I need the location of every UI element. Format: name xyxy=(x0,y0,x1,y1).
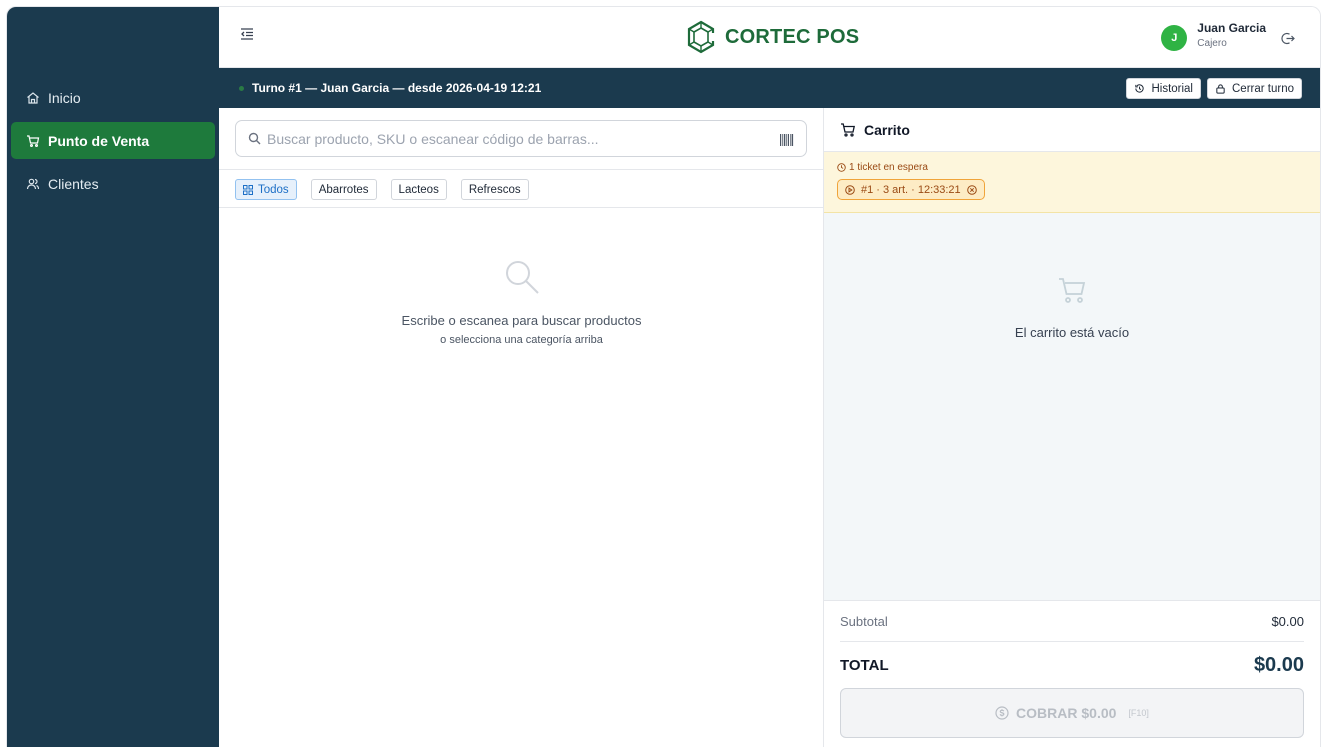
sidebar: Inicio Punto de Venta Clientes xyxy=(7,7,219,747)
subtotal-value: $0.00 xyxy=(1271,613,1304,629)
barcode-scan-icon[interactable] xyxy=(780,133,794,151)
user-info: Juan Garcia Cajero xyxy=(1197,21,1266,49)
collapse-menu-icon[interactable] xyxy=(239,26,257,44)
user-menu[interactable]: J Juan Garcia Cajero xyxy=(1161,19,1296,51)
logout-icon[interactable] xyxy=(1280,31,1296,47)
search-box xyxy=(235,120,807,157)
history-button[interactable]: Historial xyxy=(1126,78,1201,99)
subtotal-label: Subtotal xyxy=(840,613,888,629)
sidebar-nav: Inicio Punto de Venta Clientes xyxy=(11,79,215,208)
sidebar-item-inicio[interactable]: Inicio xyxy=(11,79,215,116)
cart-empty-state: El carrito está vacío xyxy=(824,274,1320,340)
cart-header: Carrito xyxy=(824,108,1320,152)
brand-logo: CORTEC POS xyxy=(683,20,859,54)
cart-icon xyxy=(26,134,40,148)
category-chip-abarrotes[interactable]: Abarrotes xyxy=(310,179,377,200)
history-label: Historial xyxy=(1151,82,1193,95)
empty-message: Escribe o escanea para buscar productos xyxy=(401,313,642,328)
users-icon xyxy=(26,177,40,191)
product-panel: Todos Abarrotes Lacteos Refrescos Escrib… xyxy=(219,108,824,747)
home-icon xyxy=(26,91,40,105)
charge-label: COBRAR $0.00 xyxy=(1016,705,1117,721)
cart-panel: Carrito 1 ticket en espera #1 · 3 art. ·… xyxy=(824,108,1320,747)
close-shift-button[interactable]: Cerrar turno xyxy=(1207,78,1302,99)
cart-empty-message: El carrito está vacío xyxy=(1014,325,1130,340)
divider xyxy=(219,207,823,208)
shift-status-dot xyxy=(239,85,244,91)
sidebar-item-label: Inicio xyxy=(48,89,81,106)
avatar: J xyxy=(1161,25,1188,51)
cart-totals: Subtotal $0.00 TOTAL $0.00 COBRAR $0.00 … xyxy=(824,600,1320,747)
category-chip-lacteos[interactable]: Lacteos xyxy=(390,179,447,200)
total-label: TOTAL xyxy=(840,656,889,674)
grid-icon xyxy=(243,184,253,195)
total-row: TOTAL $0.00 xyxy=(840,642,1304,688)
close-icon[interactable] xyxy=(966,184,977,195)
dollar-icon xyxy=(995,706,1009,720)
search-input[interactable] xyxy=(267,130,767,147)
empty-hint: o selecciona una categoría arriba xyxy=(440,334,603,346)
shift-info: Turno #1 — Juan Garcia — desde 2026-04-1… xyxy=(252,81,542,95)
user-name: Juan Garcia xyxy=(1197,21,1266,35)
held-tickets-label: 1 ticket en espera xyxy=(837,162,1320,173)
search-large-icon xyxy=(505,261,539,294)
charge-button[interactable]: COBRAR $0.00 [F10] xyxy=(840,688,1304,738)
category-chip-refrescos[interactable]: Refrescos xyxy=(460,179,529,200)
category-label: Refrescos xyxy=(468,183,521,196)
category-chip-todos[interactable]: Todos xyxy=(235,179,297,200)
cart-title: Carrito xyxy=(864,121,910,138)
category-label: Abarrotes xyxy=(318,183,369,196)
search-icon xyxy=(248,132,261,145)
category-label: Lacteos xyxy=(398,183,439,196)
sidebar-item-clientes[interactable]: Clientes xyxy=(11,165,215,202)
app-window: Inicio Punto de Venta Clientes CORTEC PO… xyxy=(6,6,1321,747)
total-value: $0.00 xyxy=(1253,653,1304,676)
held-tickets-banner: 1 ticket en espera #1 · 3 art. · 12:33:2… xyxy=(824,152,1320,213)
category-filter: Todos Abarrotes Lacteos Refrescos xyxy=(235,179,543,200)
sidebar-item-label: Clientes xyxy=(48,175,99,192)
sidebar-item-punto-de-venta[interactable]: Punto de Venta xyxy=(11,122,215,159)
category-label: Todos xyxy=(258,183,289,196)
shift-actions: Historial Cerrar turno xyxy=(1120,78,1302,99)
lock-icon xyxy=(1216,84,1225,94)
cart-icon xyxy=(841,122,856,137)
user-role: Cajero xyxy=(1197,38,1227,49)
held-tickets-text: 1 ticket en espera xyxy=(849,162,928,173)
history-icon xyxy=(1135,84,1145,93)
brand-name: CORTEC POS xyxy=(725,25,860,48)
divider xyxy=(219,169,823,170)
play-icon xyxy=(845,184,855,195)
top-header: CORTEC POS J Juan Garcia Cajero xyxy=(219,7,1320,68)
shift-bar: Turno #1 — Juan Garcia — desde 2026-04-1… xyxy=(219,68,1320,108)
subtotal-row: Subtotal $0.00 xyxy=(840,601,1304,642)
charge-shortcut: [F10] xyxy=(1128,708,1149,718)
cart-empty-icon xyxy=(1059,278,1086,303)
held-ticket-text: #1 · 3 art. · 12:33:21 xyxy=(861,183,961,196)
sidebar-item-label: Punto de Venta xyxy=(48,132,150,149)
cortec-logo-icon xyxy=(687,20,717,54)
clock-icon xyxy=(837,163,846,172)
products-empty-state: Escribe o escanea para buscar productos … xyxy=(219,258,824,346)
held-ticket-chip[interactable]: #1 · 3 art. · 12:33:21 xyxy=(837,179,985,200)
close-shift-label: Cerrar turno xyxy=(1232,82,1294,95)
